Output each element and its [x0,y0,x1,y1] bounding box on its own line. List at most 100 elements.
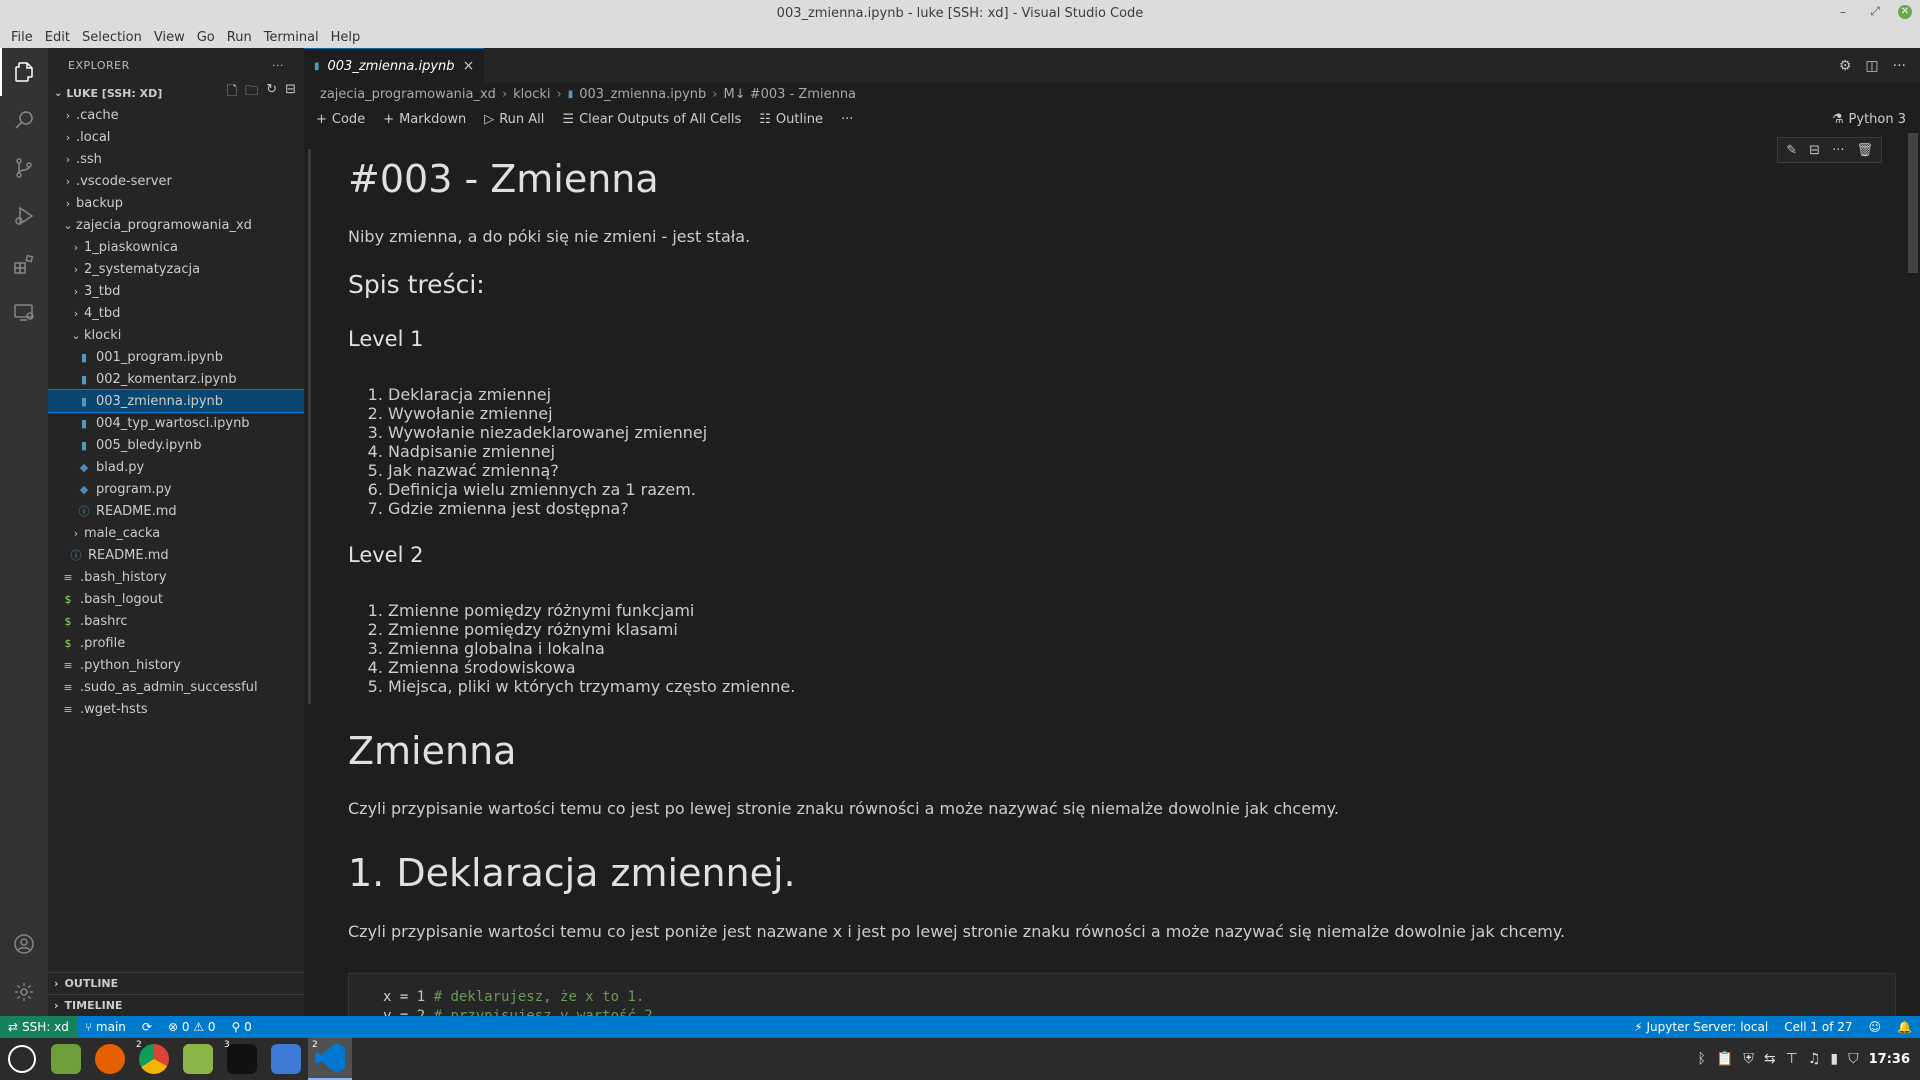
settings-gear-icon[interactable] [0,968,48,1016]
new-file-icon[interactable]: 🗋 [227,82,237,104]
split-cell-icon[interactable]: ⊟ [1809,143,1820,158]
menu-selection[interactable]: Selection [77,30,147,45]
tree-item[interactable]: ⌄ zajecia_programowania_xd [48,214,304,236]
collapse-all-icon[interactable]: ⊟ [285,82,296,104]
code-cell[interactable]: x = 1 # deklarujesz, że x to 1. y = 2 # … [348,973,1896,1016]
run-debug-icon[interactable] [0,192,48,240]
menu-view[interactable]: View [149,30,190,45]
tree-item[interactable]: › 4_tbd [48,302,304,324]
network-icon[interactable]: ⊤ [1786,1051,1798,1067]
clear-outputs-button[interactable]: ☰ Clear Outputs of All Cells [562,112,741,127]
chrome-icon[interactable]: 2 [132,1038,176,1080]
ports-indicator[interactable]: ⚲ 0 [224,1020,260,1034]
tree-item[interactable]: ≡ .sudo_as_admin_successful [48,676,304,698]
more-actions-icon[interactable]: ··· [1893,58,1906,74]
explorer-icon[interactable] [0,48,48,96]
close-tab-icon[interactable]: × [463,58,475,74]
explorer-more-icon[interactable]: ··· [272,59,284,72]
breadcrumb-item[interactable]: 003_zmienna.ipynb [579,87,706,102]
breadcrumb-item[interactable]: zajecia_programowania_xd [320,87,496,102]
split-editor-icon[interactable]: ◫ [1865,58,1878,74]
menu-terminal[interactable]: Terminal [259,30,324,45]
bluetooth-icon[interactable]: ᛒ [1698,1051,1706,1067]
source-control-icon[interactable] [0,144,48,192]
tree-item[interactable]: ▮ 001_program.ipynb [48,346,304,368]
gear-icon[interactable]: ⚙ [1839,58,1852,74]
edit-pencil-icon[interactable]: ✎ [1786,143,1797,158]
tree-item[interactable]: $ .bash_logout [48,588,304,610]
update-manager-icon[interactable]: ⛉ [1848,1051,1859,1067]
show-desktop-icon[interactable] [44,1038,88,1080]
outline-button[interactable]: ☷ Outline [759,112,823,127]
delete-trash-icon[interactable]: 🗑 [1856,143,1873,158]
tree-item[interactable]: › .ssh [48,148,304,170]
tree-item[interactable]: $ .profile [48,632,304,654]
search-icon[interactable] [0,96,48,144]
files-folder-icon[interactable] [176,1038,220,1080]
jupyter-server[interactable]: ⚡ Jupyter Server: local [1626,1020,1776,1034]
minimize-icon[interactable]: – [1834,5,1852,19]
extensions-icon[interactable] [0,240,48,288]
cell-more-icon[interactable]: ··· [1832,143,1844,158]
notifications-bell-icon[interactable]: 🔔 [1889,1020,1920,1034]
tree-item[interactable]: › .cache [48,104,304,126]
add-markdown-cell-button[interactable]: + Markdown [383,112,466,127]
tab-003-zmienna[interactable]: ▮ 003_zmienna.ipynb × [304,48,485,83]
remote-indicator[interactable]: ⇄ SSH: xd [0,1016,77,1038]
shield-icon[interactable]: ⛨ [1743,1051,1754,1067]
toolbar-more-icon[interactable]: ··· [841,112,853,127]
clipboard-icon[interactable]: 📋 [1716,1051,1733,1067]
tree-item[interactable]: ◆ blad.py [48,456,304,478]
cell-indicator[interactable]: Cell 1 of 27 [1776,1020,1860,1034]
account-icon[interactable] [0,920,48,968]
tree-item[interactable]: ▮ 003_zmienna.ipynb [48,389,304,413]
add-code-cell-button[interactable]: + Code [316,112,365,127]
tree-item[interactable]: › .local [48,126,304,148]
tree-item[interactable]: ▮ 004_typ_wartosci.ipynb [48,412,304,434]
breadcrumb-item[interactable]: M↓ #003 - Zmienna [724,87,857,102]
tree-item[interactable]: ⌄ klocki [48,324,304,346]
firefox-icon[interactable] [88,1038,132,1080]
tree-item[interactable]: › 2_systematyzacja [48,258,304,280]
clock[interactable]: 17:36 [1869,1052,1910,1067]
editor-scrollbar[interactable] [1906,133,1920,1016]
menu-go[interactable]: Go [192,30,220,45]
feedback-icon[interactable]: ☺ [1861,1020,1890,1034]
scrollbar-thumb[interactable] [1908,133,1918,273]
tree-item[interactable]: › 1_piaskownica [48,236,304,258]
outline-section[interactable]: › OUTLINE [48,972,304,994]
new-folder-icon[interactable]: 🗀 [245,82,258,104]
battery-icon[interactable]: ▮ [1830,1051,1838,1067]
refresh-icon[interactable]: ↻ [266,82,277,104]
tree-item[interactable]: › 3_tbd [48,280,304,302]
sync-icon[interactable]: ⟳ [134,1020,160,1034]
workspace-root[interactable]: ⌄ LUKE [SSH: XD] 🗋 🗀 ↻ ⊟ [48,82,304,104]
menu-run[interactable]: Run [222,30,257,45]
tree-item[interactable]: ▮ 005_bledy.ipynb [48,434,304,456]
tree-item[interactable]: ≡ .python_history [48,654,304,676]
git-branch[interactable]: ⑂ main [77,1020,134,1034]
breadcrumb-item[interactable]: klocki [513,87,550,102]
tree-item[interactable]: ≡ .wget-hsts [48,698,304,720]
tree-item[interactable]: ◆ program.py [48,478,304,500]
run-all-button[interactable]: ▷ Run All [484,112,544,127]
sound-icon[interactable]: ♫ [1808,1051,1821,1067]
maximize-icon[interactable]: ⤢ [1866,4,1884,19]
tree-item[interactable]: › .vscode-server [48,170,304,192]
mint-menu-icon[interactable] [0,1038,44,1080]
close-icon[interactable]: ✕ [1898,4,1912,19]
tree-item[interactable]: ▮ 002_komentarz.ipynb [48,368,304,390]
tree-item[interactable]: ⓘ README.md [48,500,304,522]
tree-item[interactable]: $ .bashrc [48,610,304,632]
remote-explorer-icon[interactable] [0,288,48,336]
terminal-icon[interactable]: 3 [220,1038,264,1080]
menu-edit[interactable]: Edit [40,30,75,45]
menu-help[interactable]: Help [326,30,366,45]
tree-item[interactable]: › male_cacka [48,522,304,544]
timeline-section[interactable]: › TIMELINE [48,994,304,1016]
vpn-icon[interactable]: ⇆ [1764,1051,1776,1067]
tree-item[interactable]: ≡ .bash_history [48,566,304,588]
tree-item[interactable]: ⓘ README.md [48,544,304,566]
vscode-icon[interactable]: 2 [308,1038,352,1080]
problems-indicator[interactable]: ⊗ 0 ⚠ 0 [160,1020,224,1034]
